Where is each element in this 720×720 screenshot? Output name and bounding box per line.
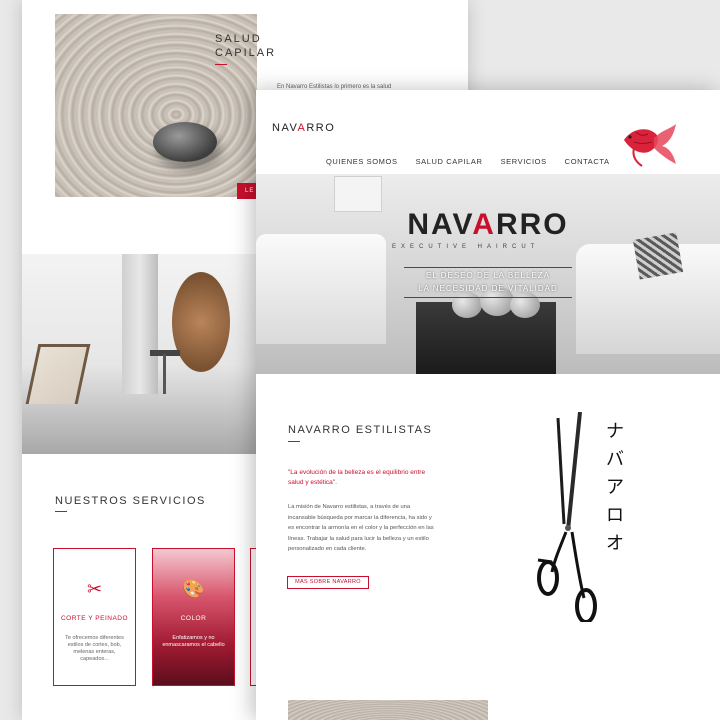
main-nav: QUIENES SOMOS SALUD CAPILAR SERVICIOS CO…	[326, 157, 610, 166]
hero-decor-ball	[452, 292, 482, 318]
kanji-column: ナ バ ア ロ オ	[604, 418, 626, 558]
salon-column	[122, 254, 158, 394]
about-quote: "La evolución de la belleza es el equili…	[288, 469, 426, 486]
service-card-corte[interactable]: ✂ CORTE Y PEINADO Te ofrecemos diferente…	[53, 548, 136, 686]
hero-decor-ball	[510, 292, 540, 318]
scissors-illustration	[537, 412, 597, 622]
nav-quienes-somos[interactable]: QUIENES SOMOS	[326, 157, 398, 166]
hero-brand-part-3: RRO	[495, 208, 569, 241]
nav-salud-capilar[interactable]: SALUD CAPILAR	[416, 157, 483, 166]
hero-tag-divider-bottom	[404, 297, 572, 298]
bottom-zen-image	[288, 700, 488, 720]
hero-tag-divider-top	[404, 267, 572, 268]
about-divider	[288, 441, 300, 442]
about-text: La misión de Navarro estilistas, a travé…	[288, 504, 434, 552]
goldfish-icon	[624, 124, 676, 167]
salud-divider	[215, 64, 227, 65]
hero-tagline-1: EL DESEO DE LA BELLEZA	[426, 271, 550, 280]
hero-tagline-2: LA NECESIDAD DE VITALIDAD	[418, 284, 558, 293]
about-title: NAVARRO ESTILISTAS	[288, 424, 433, 436]
hero-brand-part-1: NAV	[407, 208, 473, 241]
zen-stone	[153, 122, 217, 162]
kanji-char: ナ	[606, 421, 624, 442]
salon-stool-leg	[163, 354, 166, 394]
service-card-text: Enfatizamos y no enmascaramos el cabello	[162, 635, 225, 648]
hero-brand-part-2: A	[472, 208, 496, 241]
hero-subtitle: EXECUTIVE HAIRCUT	[392, 244, 540, 250]
nav-contacta[interactable]: CONTACTA	[565, 157, 610, 166]
kanji-char: バ	[606, 449, 624, 470]
services-title: NUESTROS SERVICIOS	[55, 495, 206, 507]
hero-brand-logo: NAVARRO	[256, 208, 720, 242]
salon-mirror	[172, 272, 230, 372]
palette-icon: 🎨	[182, 579, 205, 599]
logo-part-3: RRO	[306, 122, 336, 134]
service-card-title: CORTE Y PEINADO	[60, 615, 129, 622]
hero-banner: NAVARRO EXECUTIVE HAIRCUT EL DESEO DE LA…	[256, 174, 720, 374]
services-divider	[55, 511, 67, 512]
front-page-mockup: NAVARRO QUIENES SOMOS SALUD CAPILAR SERV…	[256, 90, 720, 720]
kanji-char: オ	[606, 533, 624, 554]
salud-capilar-title: SALUD CAPILAR	[215, 32, 276, 60]
salud-title-line-1: SALUD	[215, 33, 262, 45]
salon-interior-image	[22, 254, 262, 454]
mas-sobre-navarro-button[interactable]: MAS SOBRE NAVARRO	[287, 576, 369, 589]
navarro-logo[interactable]: NAVARRO	[272, 122, 335, 134]
salon-chair	[25, 344, 91, 404]
scissors-icon: ✂	[86, 579, 103, 599]
salud-title-line-2: CAPILAR	[215, 47, 277, 59]
nav-servicios[interactable]: SERVICIOS	[501, 157, 547, 166]
logo-part-1: NAV	[272, 122, 298, 134]
service-card-title: COLOR	[180, 615, 207, 622]
service-card-text: Te ofrecemos diferentes estilos de corte…	[65, 635, 124, 662]
service-card-color[interactable]: 🎨 COLOR Enfatizamos y no enmascaramos el…	[152, 548, 235, 686]
kanji-char: ロ	[606, 505, 624, 526]
kanji-char: ア	[606, 477, 624, 498]
hero-lamp	[334, 176, 382, 212]
